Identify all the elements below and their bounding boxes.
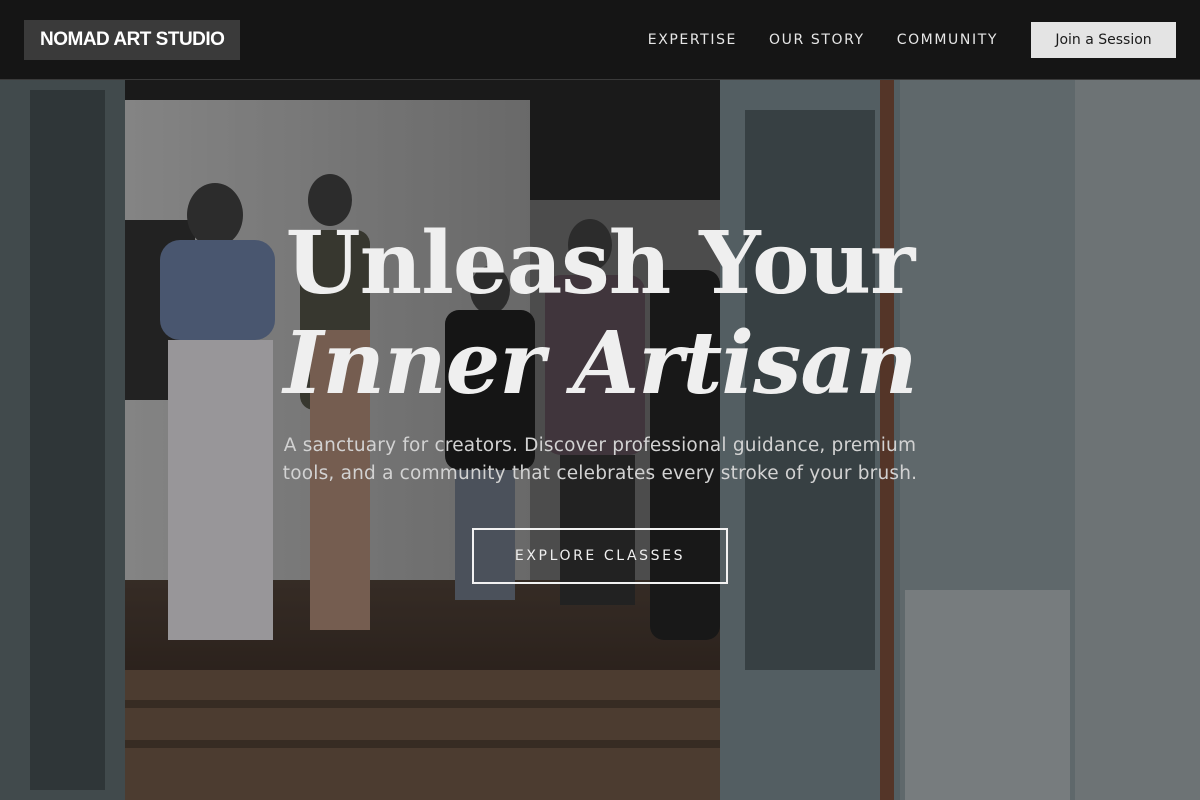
join-session-button[interactable]: Join a Session (1031, 21, 1176, 58)
nav-link-community[interactable]: COMMUNITY (897, 32, 998, 48)
nav-right: EXPERTISE OUR STORY COMMUNITY Join a Ses… (648, 21, 1176, 58)
hero-content: Unleash Your Inner Artisan A sanctuary f… (0, 0, 1200, 800)
hero-subtitle: A sanctuary for creators. Discover profe… (282, 435, 918, 484)
nav-link-expertise[interactable]: EXPERTISE (648, 32, 737, 48)
nav-link-our-story[interactable]: OUR STORY (769, 32, 865, 48)
headline-line-1: Unleash Your (285, 213, 916, 314)
top-navbar: NOMAD ART STUDIO EXPERTISE OUR STORY COM… (0, 0, 1200, 80)
hero-headline: Unleash Your Inner Artisan (0, 214, 1200, 414)
headline-line-2: Inner Artisan (283, 313, 917, 414)
brand-logo[interactable]: NOMAD ART STUDIO (24, 19, 241, 60)
nav-links: EXPERTISE OUR STORY COMMUNITY (648, 32, 998, 48)
explore-classes-button[interactable]: EXPLORE CLASSES (472, 528, 728, 584)
